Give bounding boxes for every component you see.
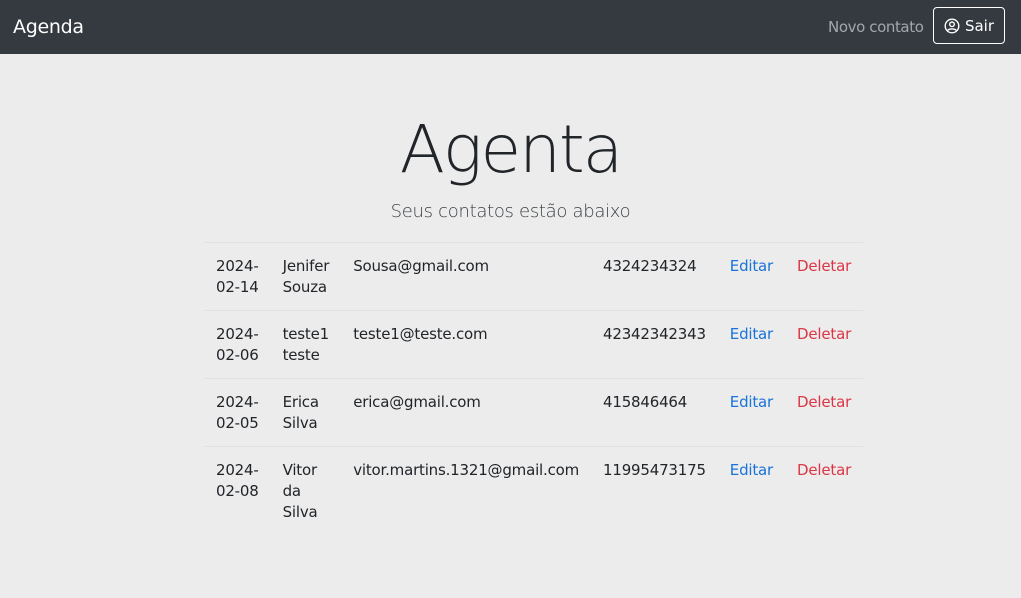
contacts-table: 2024-02-14 Jenifer Souza Sousa@gmail.com… (204, 242, 864, 535)
contact-phone: 4324234324 (591, 242, 718, 311)
contact-name: Vitor da Silva (270, 446, 342, 535)
edit-link[interactable]: Editar (730, 257, 773, 275)
delete-link[interactable]: Deletar (797, 325, 851, 343)
contact-name: teste1 teste (270, 310, 342, 379)
logout-button[interactable]: Sair (933, 7, 1005, 44)
page-subtitle: Seus contatos estão abaixo (390, 201, 631, 222)
contact-email: teste1@teste.com (341, 310, 592, 379)
edit-link[interactable]: Editar (730, 461, 773, 479)
brand-link[interactable]: Agenda (13, 14, 84, 40)
delete-link[interactable]: Deletar (797, 257, 851, 275)
contact-name: Erica Silva (270, 378, 342, 447)
page-title: Agenta (399, 111, 624, 188)
contact-phone: 415846464 (591, 378, 718, 447)
table-row: 2024-02-08 Vitor da Silva vitor.martins.… (204, 446, 864, 535)
contact-name: Jenifer Souza (270, 242, 342, 311)
contact-phone: 42342342343 (591, 310, 718, 379)
contact-email: Sousa@gmail.com (341, 242, 592, 311)
logout-label: Sair (964, 16, 995, 35)
new-contact-link[interactable]: Novo contato (828, 17, 924, 37)
contact-date: 2024-02-08 (204, 446, 271, 535)
contact-date: 2024-02-05 (204, 378, 271, 447)
delete-link[interactable]: Deletar (797, 461, 851, 479)
contact-phone: 11995473175 (591, 446, 718, 535)
contact-email: erica@gmail.com (341, 378, 592, 447)
navbar: Agenda Novo contato Sair (0, 0, 1021, 54)
delete-link[interactable]: Deletar (797, 393, 851, 411)
table-row: 2024-02-06 teste1 teste teste1@teste.com… (204, 310, 864, 379)
table-row: 2024-02-05 Erica Silva erica@gmail.com 4… (204, 378, 864, 447)
table-row: 2024-02-14 Jenifer Souza Sousa@gmail.com… (204, 242, 864, 311)
contact-date: 2024-02-14 (204, 242, 271, 311)
contact-email: vitor.martins.1321@gmail.com (341, 446, 592, 535)
user-circle-icon (944, 17, 960, 34)
edit-link[interactable]: Editar (730, 393, 773, 411)
contact-date: 2024-02-06 (204, 310, 271, 379)
edit-link[interactable]: Editar (730, 325, 773, 343)
